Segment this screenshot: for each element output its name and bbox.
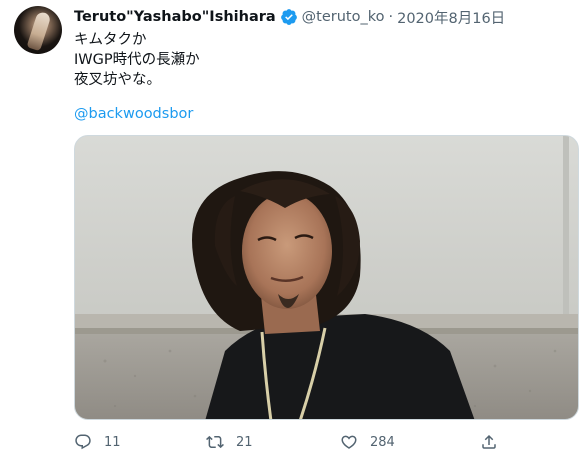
tweet-text-line: 夜叉坊やな。 [74, 72, 161, 88]
tweet-date[interactable]: 2020年8月16日 [397, 7, 505, 28]
avatar-figure [26, 10, 52, 52]
like-count: 284 [370, 434, 395, 450]
mention-link[interactable]: @backwoodsbor [74, 104, 193, 124]
tweet-header: Teruto"Yashabo"Ishihara @teruto_ko · 202… [74, 7, 505, 27]
retweet-count: 21 [236, 434, 253, 450]
like-button[interactable]: 284 [340, 430, 395, 454]
reply-button[interactable]: 11 [74, 430, 121, 454]
separator-dot: · [388, 9, 394, 25]
verified-badge-icon [280, 8, 298, 26]
tweet-text-line: IWGP時代の長瀬か [74, 52, 200, 68]
tweet-actions: 11 21 284 [74, 430, 574, 454]
retweet-button[interactable]: 21 [206, 430, 253, 454]
photo-portrait-illustration [75, 136, 578, 419]
reply-icon [74, 433, 92, 451]
tweet[interactable]: Teruto"Yashabo"Ishihara @teruto_ko · 202… [0, 0, 583, 461]
share-button[interactable] [480, 430, 498, 454]
share-icon [480, 433, 498, 451]
tweet-text-line: キムタクか [74, 32, 147, 48]
reply-count: 11 [104, 434, 121, 450]
retweet-icon [206, 433, 224, 451]
tweet-text: キムタクか IWGP時代の長瀬か 夜叉坊やな。 [74, 30, 200, 90]
heart-icon [340, 433, 358, 451]
display-name[interactable]: Teruto"Yashabo"Ishihara [74, 9, 276, 25]
tweet-photo[interactable] [74, 135, 579, 420]
avatar[interactable] [14, 6, 62, 54]
handle[interactable]: @teruto_ko [302, 9, 385, 25]
